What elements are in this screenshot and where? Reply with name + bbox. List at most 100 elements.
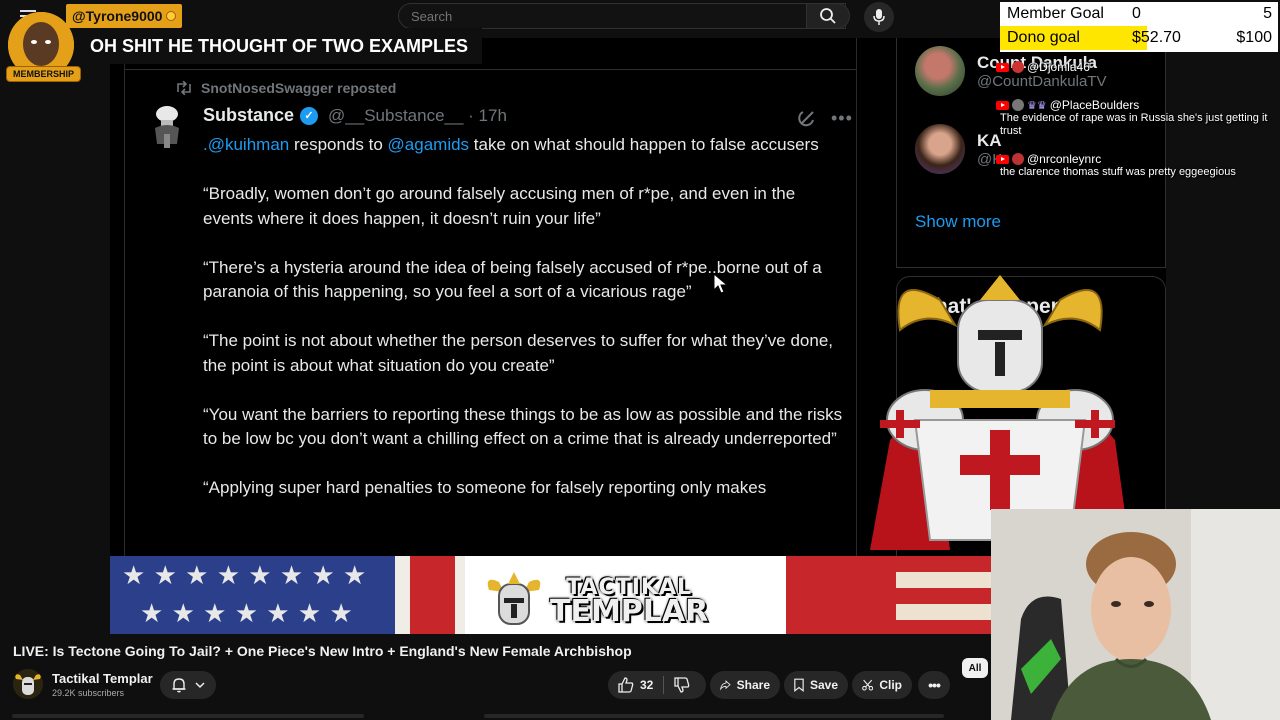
mention-link[interactable]: @agamids: [388, 135, 470, 154]
more-actions-button[interactable]: •••: [918, 671, 950, 699]
author-avatar[interactable]: [147, 104, 187, 148]
repost-icon: [177, 81, 191, 95]
search-button[interactable]: [806, 3, 850, 29]
chat-header: ♛♛ @PlaceBoulders: [996, 98, 1276, 112]
crown-icon: ♛♛: [1027, 99, 1047, 112]
bell-icon: [172, 678, 186, 693]
youtube-icon: [996, 100, 1009, 110]
tweet-panel: SnotNosedSwagger reposted Substance ✓ @_…: [124, 70, 857, 570]
suggested-account[interactable]: KA @K: [915, 124, 1002, 174]
search-icon: [820, 8, 836, 24]
svg-text:★ ★ ★ ★ ★ ★ ★: ★ ★ ★ ★ ★ ★ ★: [140, 599, 353, 629]
chat-header: @nrconleynrc: [996, 152, 1276, 166]
avatar: [915, 124, 965, 174]
mention-link[interactable]: .@kuihman: [203, 135, 289, 154]
quote-paragraph: “Applying super hard penalties to someon…: [203, 478, 767, 497]
divider: [0, 712, 991, 720]
goal-target: 5: [1263, 5, 1272, 22]
more-icon: •••: [928, 677, 941, 693]
clip-button[interactable]: Clip: [852, 671, 912, 699]
clip-label: Clip: [879, 678, 902, 692]
notifications-button[interactable]: [160, 671, 216, 699]
member-goal-row: Member Goal 0 5: [1000, 2, 1278, 26]
tweet-body: .@kuihman responds to @agamids take on w…: [203, 133, 843, 525]
chat-username: @PlaceBoulders: [1049, 98, 1140, 112]
search-input[interactable]: [411, 8, 791, 24]
author-line: Substance ✓ @__Substance__ · 17h: [203, 105, 507, 126]
dono-goal-row: Dono goal $52.70 $100: [1000, 26, 1278, 50]
chat-text: The evidence of rape was in Russia she's…: [1000, 112, 1268, 137]
chat-message: ♛♛ @PlaceBoulders The evidence of rape wa…: [996, 98, 1276, 138]
save-button[interactable]: Save: [784, 671, 848, 699]
like-dislike-group: 32: [608, 671, 706, 699]
goal-label: Member Goal: [1007, 5, 1104, 22]
grok-icon[interactable]: [797, 108, 817, 133]
voice-search-button[interactable]: [864, 2, 894, 32]
goal-current: 0: [1132, 5, 1141, 22]
account-handle: @CountDankulaTV: [977, 72, 1107, 90]
mouse-cursor-icon: [713, 273, 729, 294]
goal-label: Dono goal: [1007, 29, 1080, 46]
goal-current: $52.70: [1132, 29, 1181, 46]
superchat-username-text: @Tyrone9000: [72, 8, 163, 24]
chat-header: @Djomla46: [996, 60, 1276, 74]
divider: [663, 676, 665, 694]
show-more-link[interactable]: Show more: [915, 212, 1001, 232]
microphone-icon: [873, 9, 885, 25]
intro-text: responds to: [289, 135, 388, 154]
chat-message: @Djomla46: [996, 60, 1276, 74]
thumbs-up-icon: [618, 677, 634, 693]
quote-paragraph: “The point is not about whether the pers…: [203, 331, 834, 375]
quote-paragraph: “Broadly, women don’t go around falsely …: [203, 184, 796, 228]
superchat-username: @Tyrone9000: [66, 4, 183, 28]
avatar: [1012, 61, 1024, 73]
youtube-icon: [996, 154, 1009, 164]
share-label: Share: [736, 678, 770, 692]
brand-wordmark: TACTIKAL TEMPLAR: [550, 576, 709, 629]
chat-username: @nrconleynrc: [1027, 152, 1102, 166]
author-name[interactable]: Substance: [203, 105, 294, 126]
goals-widget: Member Goal 0 5 Dono goal $52.70 $100: [1000, 2, 1278, 52]
intro-text: take on what should happen to false accu…: [469, 135, 819, 154]
save-label: Save: [809, 678, 838, 692]
webcam-feed: [991, 509, 1280, 720]
chip-all[interactable]: All: [962, 658, 988, 678]
video-title: LIVE: Is Tectone Going To Jail? + One Pi…: [13, 643, 632, 659]
chat-text: the clarence thomas stuff was pretty egg…: [1000, 166, 1236, 178]
superchat-message: OH SHIT HE THOUGHT OF TWO EXAMPLES: [76, 28, 482, 64]
search-bar[interactable]: [398, 3, 846, 29]
channel-name[interactable]: Tactikal Templar: [52, 671, 153, 686]
subscriber-count: 29.2K subscribers: [52, 688, 125, 698]
brand-line: TEMPLAR: [550, 594, 709, 629]
coin-icon: [166, 11, 177, 21]
youtube-icon: [996, 62, 1009, 72]
share-button[interactable]: Share: [710, 671, 780, 699]
quote-paragraph: “You want the barriers to reporting thes…: [203, 404, 843, 449]
like-count: 32: [640, 678, 654, 692]
bookmark-icon: [794, 678, 804, 693]
repost-label: SnotNosedSwagger reposted: [201, 80, 397, 96]
avatar: [1012, 153, 1024, 165]
channel-avatar[interactable]: [13, 669, 43, 699]
goal-target: $100: [1236, 29, 1272, 46]
author-handle[interactable]: @__Substance__ · 17h: [328, 106, 507, 126]
avatar: [915, 46, 965, 96]
avatar: [1012, 99, 1024, 111]
thumbs-down-icon[interactable]: [674, 677, 690, 693]
chevron-down-icon: [195, 682, 205, 689]
quote-paragraph: “There’s a hysteria around the idea of b…: [203, 257, 822, 302]
chat-username: @Djomla46: [1027, 60, 1090, 74]
repost-line: SnotNosedSwagger reposted: [175, 80, 396, 96]
tweet-intro: .@kuihman responds to @agamids take on w…: [203, 133, 843, 158]
svg-text:★ ★ ★ ★ ★ ★ ★ ★: ★ ★ ★ ★ ★ ★ ★ ★: [122, 561, 366, 591]
like-button[interactable]: 32: [618, 677, 653, 693]
more-options-icon[interactable]: •••: [831, 108, 853, 129]
share-icon: [720, 680, 731, 691]
scissors-icon: [862, 679, 874, 691]
us-flag: ★ ★ ★ ★ ★ ★ ★ ★ ★ ★ ★ ★ ★ ★ ★: [110, 556, 465, 634]
brand-logo: TACTIKAL TEMPLAR: [484, 570, 744, 630]
chat-message: @nrconleynrc the clarence thomas stuff w…: [996, 152, 1276, 179]
knight-helmet-icon: [487, 572, 541, 625]
membership-badge: MEMBERSHIP: [6, 66, 82, 82]
verified-icon: ✓: [300, 106, 319, 125]
